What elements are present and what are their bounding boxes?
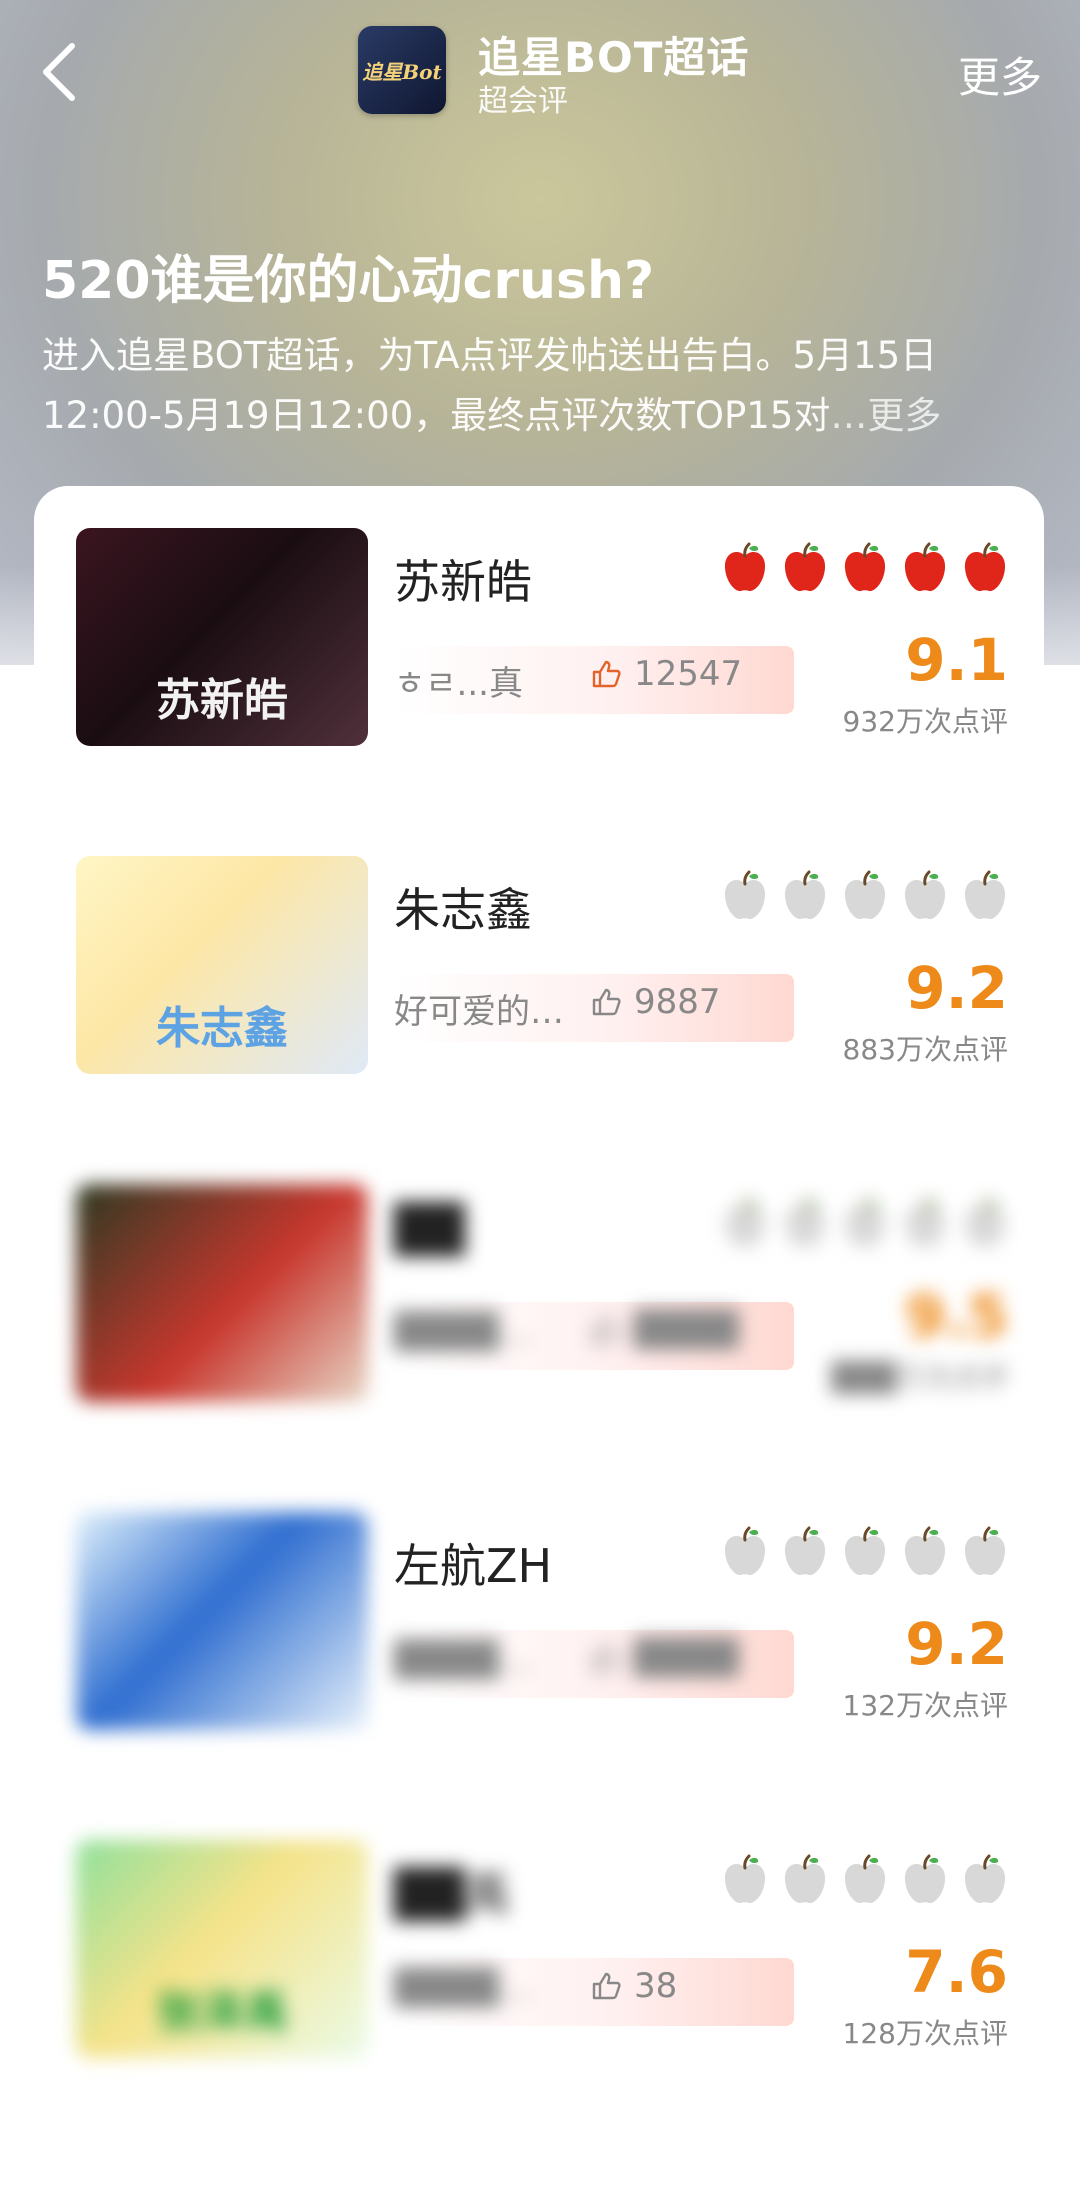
comment-text: 好可爱的… bbox=[394, 992, 564, 1032]
review-count: 128万次点评 bbox=[842, 2017, 1008, 2050]
apple-icon bbox=[962, 1854, 1008, 1906]
apple-icon bbox=[842, 1854, 888, 1906]
score-value: 9.2 bbox=[905, 954, 1008, 1022]
thumbs-up-icon bbox=[590, 658, 622, 690]
ranking-row[interactable]: 苏新皓 苏新皓 9.1 932万次点评 ㅎㄹ...真 12547 bbox=[34, 486, 1044, 746]
review-count: 883万次点评 bbox=[842, 1033, 1008, 1066]
event-description-text: 进入追星BOT超话，为TA点评发帖送出告白。5月15日12:00-5月19日12… bbox=[42, 334, 938, 437]
apple-icon bbox=[782, 542, 828, 594]
apple-icon bbox=[902, 1526, 948, 1578]
apple-icon bbox=[782, 1526, 828, 1578]
artist-thumbnail[interactable]: 苏新皓 bbox=[76, 528, 368, 746]
apple-icon bbox=[722, 542, 768, 594]
app-logo[interactable]: 追星Bot bbox=[358, 26, 446, 114]
artist-name[interactable]: 朱志鑫 bbox=[394, 874, 532, 940]
artist-thumbnail[interactable] bbox=[76, 1184, 368, 1402]
thumbnail-caption: 朱志鑫 bbox=[156, 1003, 288, 1054]
apple-icon bbox=[842, 1198, 888, 1250]
rating-apples bbox=[722, 870, 1008, 922]
artist-thumbnail[interactable]: 朱志鑫 bbox=[76, 856, 368, 1074]
like-count[interactable]: 12547 bbox=[590, 654, 742, 694]
thumbs-up-icon bbox=[590, 986, 622, 1018]
description-more-link[interactable]: …更多 bbox=[830, 394, 941, 437]
like-number: 12547 bbox=[634, 654, 743, 694]
apple-icon bbox=[842, 870, 888, 922]
comment-text: ████… bbox=[394, 1312, 533, 1352]
review-count: 132万次点评 bbox=[842, 1689, 1008, 1722]
top-comment[interactable]: 好可爱的… 9887 bbox=[394, 974, 794, 1042]
review-count: 932万次点评 bbox=[842, 705, 1008, 738]
apple-icon bbox=[962, 542, 1008, 594]
app-subtitle: 超会评 bbox=[478, 84, 568, 119]
apple-icon bbox=[902, 1198, 948, 1250]
score-value: 9.1 bbox=[905, 626, 1008, 694]
apple-icon bbox=[722, 1854, 768, 1906]
ranking-row[interactable]: 张泽禹 ██禹 7.6 128万次点评 ████… 38 bbox=[34, 1798, 1044, 2058]
apple-icon bbox=[962, 1198, 1008, 1250]
apple-icon bbox=[902, 870, 948, 922]
ranking-row[interactable]: 左航ZH 9.2 132万次点评 ████… ████ bbox=[34, 1470, 1044, 1730]
thumbs-up-icon bbox=[590, 1970, 622, 2002]
top-comment[interactable]: ㅎㄹ...真 12547 bbox=[394, 646, 794, 714]
thumbnail-caption: 苏新皓 bbox=[156, 675, 288, 726]
top-comment[interactable]: ████… 38 bbox=[394, 1958, 794, 2026]
artist-name[interactable]: ██禹 bbox=[394, 1858, 511, 1924]
top-comment[interactable]: ████… ████ bbox=[394, 1302, 794, 1370]
more-button[interactable]: 更多 bbox=[958, 44, 1042, 105]
score-value: 9.2 bbox=[905, 1610, 1008, 1678]
rating-apples bbox=[722, 1526, 1008, 1578]
artist-name[interactable]: 左航ZH bbox=[394, 1530, 552, 1596]
top-comment[interactable]: ████… ████ bbox=[394, 1630, 794, 1698]
artist-thumbnail[interactable] bbox=[76, 1512, 368, 1730]
comment-text: ████… bbox=[394, 1968, 533, 2008]
thumbs-up-icon bbox=[590, 1642, 622, 1674]
top-bar: 追星Bot 追星BOT超话 超会评 更多 bbox=[0, 0, 1080, 130]
logo-text: 追星Bot bbox=[362, 59, 442, 84]
artist-name[interactable]: ██ bbox=[394, 1202, 465, 1256]
score-value: 9.5 bbox=[905, 1282, 1008, 1350]
artist-thumbnail[interactable]: 张泽禹 bbox=[76, 1840, 368, 2058]
artist-name[interactable]: 苏新皓 bbox=[394, 546, 532, 612]
apple-icon bbox=[902, 1854, 948, 1906]
review-count: ███万次点评 bbox=[831, 1361, 1008, 1394]
apple-icon bbox=[722, 1526, 768, 1578]
like-number: ████ bbox=[634, 1310, 739, 1350]
apple-icon bbox=[842, 542, 888, 594]
thumbs-up-icon bbox=[590, 1314, 622, 1346]
rating-apples bbox=[722, 1198, 1008, 1250]
apple-icon bbox=[782, 870, 828, 922]
comment-text: ㅎㄹ...真 bbox=[394, 664, 523, 704]
like-count[interactable]: 38 bbox=[590, 1966, 677, 2006]
apple-icon bbox=[722, 1198, 768, 1250]
apple-icon bbox=[782, 1854, 828, 1906]
apple-icon bbox=[962, 870, 1008, 922]
thumbnail-caption: 张泽禹 bbox=[156, 1987, 288, 2038]
apple-icon bbox=[782, 1198, 828, 1250]
like-count[interactable]: 9887 bbox=[590, 982, 721, 1022]
like-number: 9887 bbox=[634, 982, 721, 1022]
like-number: 38 bbox=[634, 1966, 678, 2006]
event-title: 520谁是你的心动crush? bbox=[42, 251, 655, 311]
comment-text: ████… bbox=[394, 1640, 533, 1680]
like-count[interactable]: ████ bbox=[590, 1310, 739, 1350]
ranking-card: 苏新皓 苏新皓 9.1 932万次点评 ㅎㄹ...真 12547 朱志鑫 朱志鑫 9.2 883万… bbox=[34, 486, 1044, 2186]
like-count[interactable]: ████ bbox=[590, 1638, 739, 1678]
apple-icon bbox=[962, 1526, 1008, 1578]
rating-apples bbox=[722, 1854, 1008, 1906]
ranking-row[interactable]: ██ 9.5 ███万次点评 ████… ████ bbox=[34, 1142, 1044, 1402]
event-description[interactable]: 进入追星BOT超话，为TA点评发帖送出告白。5月15日12:00-5月19日12… bbox=[42, 326, 1042, 446]
rating-apples bbox=[722, 542, 1008, 594]
like-number: ████ bbox=[634, 1638, 739, 1678]
back-arrow-icon[interactable] bbox=[38, 40, 82, 104]
apple-icon bbox=[902, 542, 948, 594]
ranking-row[interactable]: 朱志鑫 朱志鑫 9.2 883万次点评 好可爱的… 9887 bbox=[34, 814, 1044, 1074]
apple-icon bbox=[842, 1526, 888, 1578]
score-value: 7.6 bbox=[905, 1938, 1008, 2006]
apple-icon bbox=[722, 870, 768, 922]
